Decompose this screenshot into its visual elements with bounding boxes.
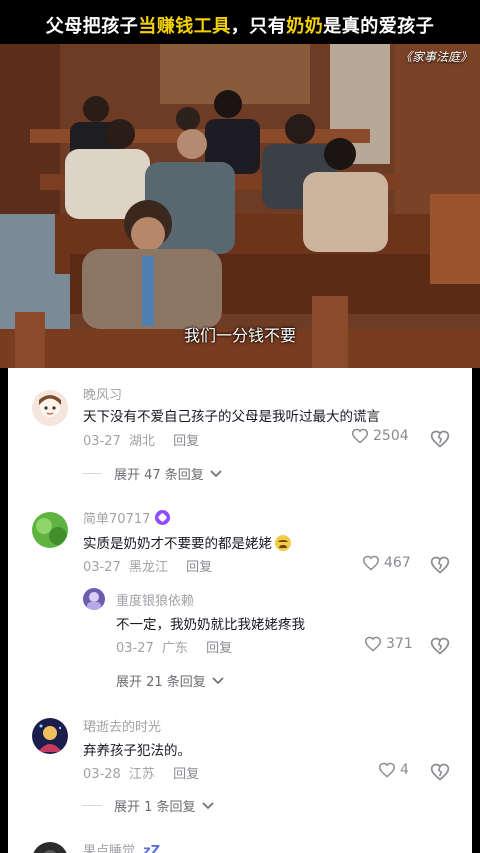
heart-icon xyxy=(351,428,369,444)
avatar[interactable] xyxy=(32,842,68,853)
video-subtitle: 我们一分钱不要 xyxy=(183,326,296,345)
comment-location: 黑龙江 xyxy=(128,560,168,575)
comment-text: 天下没有不爱自己孩子的父母是我听过最大的谎言 xyxy=(83,409,380,425)
like-button[interactable]: 467 xyxy=(362,555,411,571)
video-player[interactable]: 《家事法庭》 我们一分钱不要 xyxy=(0,44,480,368)
like-button[interactable]: 4 xyxy=(378,762,409,778)
show-title: 《家事法庭》 xyxy=(399,50,472,64)
username-text: 果点睡觉 xyxy=(83,844,136,853)
like-count: 467 xyxy=(384,555,411,571)
comment-meta: 03-27 黑龙江 回复 xyxy=(83,556,212,575)
avatar-image xyxy=(32,390,68,426)
dislike-icon[interactable] xyxy=(430,429,450,449)
expand-replies-button[interactable]: 展开 47 条回复 xyxy=(82,464,222,483)
expand-replies-button[interactable]: 展开 1 条回复 xyxy=(82,796,214,815)
crying-face-icon xyxy=(275,535,291,551)
expand-replies-label: 展开 21 条回复 xyxy=(116,675,206,690)
comment-date: 03-27 xyxy=(83,560,121,575)
reply-meta: 03-27 广东 回复 xyxy=(116,637,232,656)
comment-text-body: 实质是奶奶才不要要的都是姥姥 xyxy=(83,536,272,552)
divider xyxy=(82,473,102,474)
expand-replies-button[interactable]: 展开 21 条回复 xyxy=(116,671,224,690)
comment-username[interactable]: 简单70717 xyxy=(83,508,171,527)
comment-meta: 03-27 湖北 回复 xyxy=(83,430,199,449)
chevron-down-icon xyxy=(201,801,214,809)
chevron-down-icon xyxy=(212,676,224,684)
avatar-image xyxy=(32,512,68,548)
like-count: 371 xyxy=(386,636,413,652)
avatar-image xyxy=(83,588,105,610)
heart-icon xyxy=(362,555,380,571)
comment-username[interactable]: 珺逝去的时光 xyxy=(83,716,161,735)
sleep-icon: zZ xyxy=(143,844,161,853)
comment-date: 03-27 xyxy=(83,434,121,449)
avatar[interactable] xyxy=(32,512,68,548)
dislike-icon[interactable] xyxy=(430,636,450,656)
divider xyxy=(82,805,102,806)
like-button[interactable]: 371 xyxy=(364,636,413,652)
avatar[interactable] xyxy=(83,588,105,610)
headline-text-part: ，只有 xyxy=(230,16,287,37)
headline-highlight: 当赚钱工具 xyxy=(138,16,231,37)
reply-button[interactable]: 回复 xyxy=(186,560,212,575)
heart-icon xyxy=(378,762,396,778)
username-text: 简单70717 xyxy=(83,512,151,527)
expand-replies-label: 展开 1 条回复 xyxy=(114,800,196,815)
comment-text: 实质是奶奶才不要要的都是姥姥 xyxy=(83,532,291,552)
avatar[interactable] xyxy=(32,718,68,754)
dislike-icon[interactable] xyxy=(430,762,450,782)
avatar[interactable] xyxy=(32,390,68,426)
like-count: 2504 xyxy=(373,428,409,444)
headline-bar: 父母把孩子当赚钱工具，只有奶奶是真的爱孩子 xyxy=(0,0,480,44)
comment-location: 江苏 xyxy=(128,767,155,782)
avatar-image xyxy=(32,718,68,754)
chevron-down-icon xyxy=(210,469,222,477)
comment-location: 湖北 xyxy=(128,434,155,449)
reply-button[interactable]: 回复 xyxy=(173,434,199,449)
heart-icon xyxy=(364,636,382,652)
reply-username[interactable]: 重度银狼依赖 xyxy=(116,590,194,609)
headline-highlight: 奶奶 xyxy=(286,16,324,37)
like-count: 4 xyxy=(400,762,409,778)
comment-panel[interactable]: 晚风习 天下没有不爱自己孩子的父母是我听过最大的谎言 03-27 湖北 回复 2… xyxy=(8,368,472,853)
headline-text-part: 是真的爱孩子 xyxy=(323,16,435,37)
video-headline: 父母把孩子当赚钱工具，只有奶奶是真的爱孩子 xyxy=(0,12,480,38)
vip-badge-icon xyxy=(155,510,171,525)
reply-location: 广东 xyxy=(161,641,188,656)
comment-username[interactable]: 果点睡觉 zZ xyxy=(83,840,160,853)
comment-username[interactable]: 晚风习 xyxy=(83,384,122,403)
reply-date: 03-27 xyxy=(116,641,154,656)
comment-text: 弃养孩子犯法的。 xyxy=(83,743,191,759)
comment-meta: 03-28 江苏 回复 xyxy=(83,763,199,782)
reply-text: 不一定，我奶奶就比我姥姥疼我 xyxy=(116,617,305,633)
dislike-icon[interactable] xyxy=(430,555,450,575)
courtroom-scene xyxy=(0,44,480,368)
avatar-image xyxy=(32,842,68,853)
comment-date: 03-28 xyxy=(83,767,121,782)
like-button[interactable]: 2504 xyxy=(351,428,409,444)
reply-button[interactable]: 回复 xyxy=(206,641,232,656)
headline-text-part: 父母把孩子 xyxy=(45,16,139,37)
reply-button[interactable]: 回复 xyxy=(173,767,199,782)
expand-replies-label: 展开 47 条回复 xyxy=(114,468,204,483)
